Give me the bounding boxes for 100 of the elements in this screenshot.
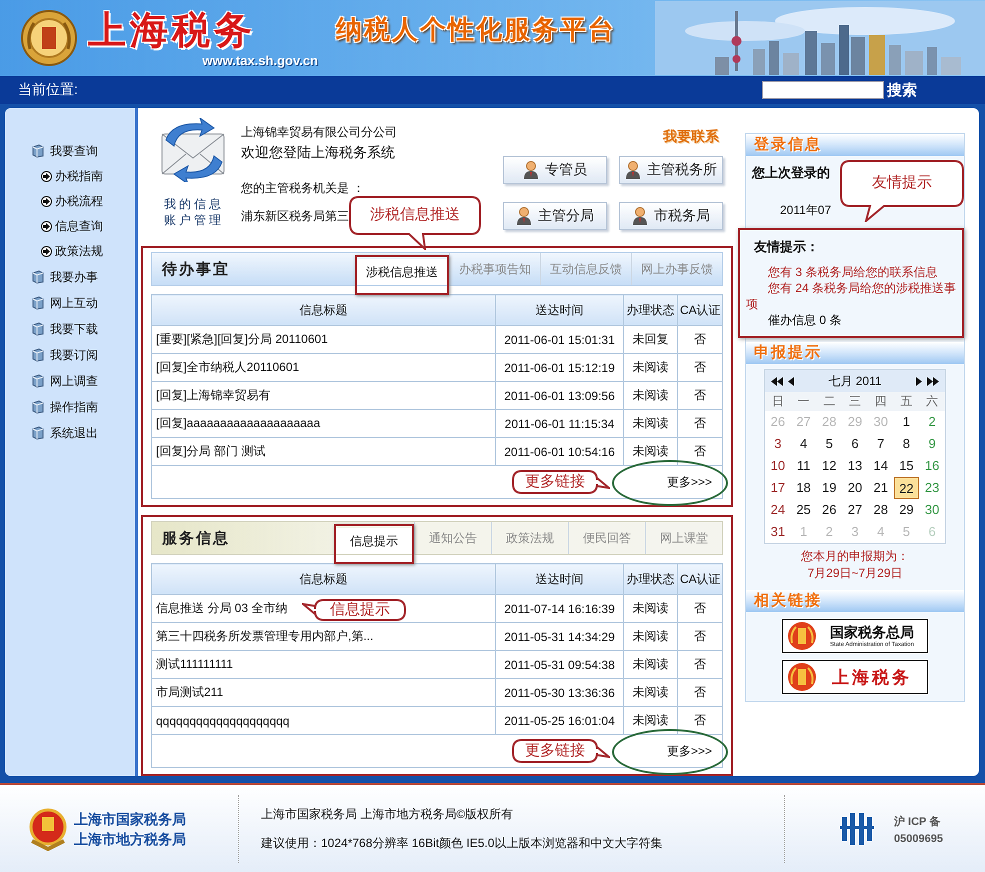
tip-line: 催办信息 0 条 (767, 312, 842, 328)
calendar-day[interactable]: 18 (790, 477, 816, 499)
emblem-icon (28, 807, 68, 851)
contact-button[interactable]: 专管员 (503, 156, 607, 184)
calendar-day[interactable]: 7 (868, 433, 894, 455)
sidebar-subitem[interactable]: 信息查询 (5, 214, 135, 239)
search-button[interactable]: 搜索 (887, 80, 917, 100)
tab[interactable]: 涉税信息推送 (357, 259, 447, 285)
search-field[interactable] (762, 81, 884, 99)
sidebar-item[interactable]: 我要订阅 (5, 342, 135, 368)
calendar-day[interactable]: 26 (816, 499, 842, 521)
sidebar-item[interactable]: 我要办事 (5, 264, 135, 290)
table-cell: 否 (678, 650, 722, 678)
arrow-icon (41, 196, 52, 207)
weekday-label: 六 (919, 392, 945, 411)
sidebar-item[interactable]: 网上互动 (5, 290, 135, 316)
icp-number: 沪 ICP 备 (894, 814, 942, 828)
calendar-day[interactable]: 16 (919, 455, 945, 477)
table-cell: 否 (678, 410, 722, 438)
calendar-day[interactable]: 27 (842, 499, 868, 521)
calendar-day[interactable]: 23 (919, 477, 945, 499)
contact-button[interactable]: 主管分局 (503, 202, 607, 230)
calendar-day[interactable]: 28 (868, 499, 894, 521)
organization-name: 上海市地方税务局 (74, 830, 186, 849)
calendar-day[interactable]: 4 (790, 433, 816, 455)
calendar-day[interactable]: 29 (894, 499, 920, 521)
table-cell: 2011-06-01 13:09:56 (496, 382, 624, 410)
calendar-day[interactable]: 11 (790, 455, 816, 477)
contact-button[interactable]: 主管税务所 (619, 156, 723, 184)
callout: 友情提示 (840, 160, 964, 222)
weekday-label: 二 (816, 392, 842, 411)
table-cell: [回复]上海锦幸贸易有 (152, 382, 496, 410)
calendar-day[interactable]: 8 (894, 433, 920, 455)
calendar-day[interactable]: 13 (842, 455, 868, 477)
arrow-icon (41, 221, 52, 232)
person-icon (632, 207, 648, 225)
site-url: www.tax.sh.gov.cn (202, 52, 318, 68)
weekday-label: 一 (790, 392, 816, 411)
filing-period: 7月29日~7月29日 (806, 565, 904, 582)
fast-forward-icon[interactable] (927, 376, 939, 386)
callout: 更多链接 (512, 739, 610, 763)
column-header: 办理状态 (624, 294, 678, 326)
sidebar-item[interactable]: 系统退出 (5, 420, 135, 446)
sidebar-item[interactable]: 网上调查 (5, 368, 135, 394)
more-link[interactable]: 更多>>> (666, 474, 712, 490)
rewind-icon[interactable] (771, 376, 783, 386)
sidebar-subitem[interactable]: 办税指南 (5, 164, 135, 189)
callout: 更多链接 (512, 470, 610, 494)
table-cell: [重要][紧急][回复]分局 20110601 (152, 326, 496, 354)
sidebar-subitem[interactable]: 办税流程 (5, 189, 135, 214)
calendar-day[interactable]: 1 (894, 411, 920, 433)
link-banner[interactable]: 上海税务 (782, 660, 928, 694)
calendar-day[interactable]: 10 (765, 455, 791, 477)
more-link[interactable]: 更多>>> (666, 742, 712, 760)
table-cell: 2011-06-01 15:01:31 (496, 326, 624, 354)
calendar-day[interactable]: 17 (765, 477, 791, 499)
calendar-day[interactable]: 2 (919, 411, 945, 433)
table-cell: 未阅读 (624, 706, 678, 734)
calendar-day[interactable]: 12 (816, 455, 842, 477)
calendar-day[interactable]: 15 (894, 455, 920, 477)
section-heading: 申报提示 (746, 342, 964, 364)
table-cell: 否 (678, 326, 722, 354)
table-cell: 未阅读 (624, 622, 678, 650)
calendar-day[interactable]: 5 (816, 433, 842, 455)
weekday-label: 日 (765, 392, 791, 411)
panel-title: 待办事宜 (160, 260, 230, 278)
calendar-day[interactable]: 21 (868, 477, 894, 499)
contact-button[interactable]: 市税务局 (619, 202, 723, 230)
column-header: 办理状态 (624, 564, 678, 594)
calendar-day[interactable]: 30 (919, 499, 945, 521)
calendar-day[interactable]: 22 (894, 477, 920, 499)
emblem-icon (20, 9, 78, 67)
calendar-day[interactable]: 31 (765, 521, 791, 543)
callout: 信息提示 (302, 599, 406, 621)
calendar-day[interactable]: 9 (919, 433, 945, 455)
calendar-day[interactable]: 25 (790, 499, 816, 521)
last-login-label: 您上次登录的 (752, 164, 830, 182)
calendar-day[interactable]: 24 (765, 499, 791, 521)
table-cell: 2011-06-01 15:12:19 (496, 354, 624, 382)
account-management-link[interactable]: 我的信息账户管理 (164, 196, 224, 228)
calendar-day[interactable]: 19 (816, 477, 842, 499)
calendar-day[interactable]: 6 (842, 433, 868, 455)
sidebar-subitem[interactable]: 政策法规 (5, 239, 135, 264)
left-triangle-icon[interactable] (788, 376, 794, 386)
table-cell: 否 (678, 622, 722, 650)
browser-recommendation: 建议使用：1024*768分辨率 16Bit颜色 IE5.0以上版本浏览器和中文大字符集 (261, 835, 664, 852)
table-cell: [回复]分局 部门 测试 (152, 438, 496, 466)
table-cell: 未阅读 (624, 410, 678, 438)
tax-authority-label: 您的主管税务机关是 ： (241, 180, 366, 197)
tab[interactable]: 信息提示 (336, 528, 412, 554)
calendar-day[interactable]: 14 (868, 455, 894, 477)
sidebar-item[interactable]: 操作指南 (5, 394, 135, 420)
right-triangle-icon[interactable] (916, 376, 922, 386)
sidebar-item[interactable]: 我要查询 (5, 138, 135, 164)
weekday-label: 四 (868, 392, 894, 411)
calendar-month: 七月 2011 (827, 372, 883, 390)
table-cell: 2011-07-14 16:16:39 (496, 594, 624, 622)
calendar-day[interactable]: 20 (842, 477, 868, 499)
calendar-day[interactable]: 3 (765, 433, 791, 455)
sidebar-item[interactable]: 我要下载 (5, 316, 135, 342)
